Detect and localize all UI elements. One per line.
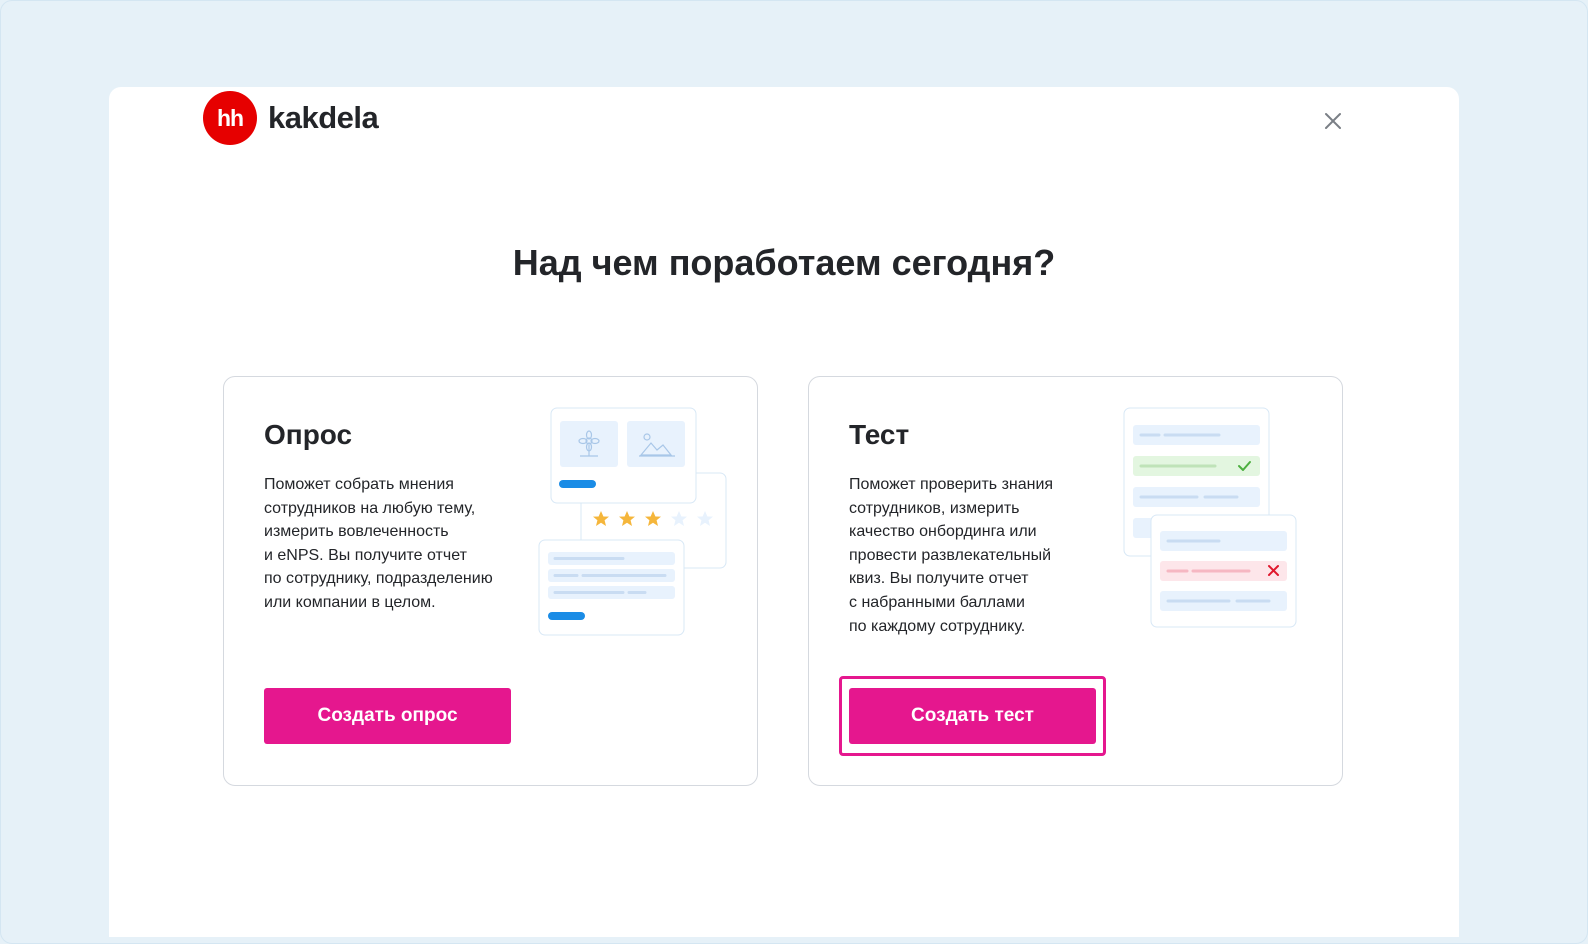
create-quiz-button[interactable]: Создать тест [849, 688, 1096, 744]
create-survey-button[interactable]: Создать опрос [264, 688, 511, 744]
survey-description: Поможет собрать мнения сотрудников на лю… [264, 476, 493, 611]
create-modal: hh kakdela Над чем поработаем сегодня? О… [109, 87, 1459, 937]
quiz-description: Поможет проверить знания сотрудников, из… [849, 476, 1054, 635]
quiz-title: Тест [849, 419, 910, 450]
logo: hh kakdela [203, 91, 379, 145]
survey-illustration [538, 407, 727, 636]
close-button[interactable] [1321, 109, 1345, 133]
quiz-illustration [1123, 407, 1297, 628]
survey-card: Опрос Поможет собрать мнения сотрудников… [223, 376, 758, 786]
logo-text: kakdela [268, 100, 379, 135]
modal-heading: Над чем поработаем сегодня? [512, 242, 1056, 283]
logo-badge: hh [203, 91, 257, 145]
survey-title: Опрос [264, 419, 353, 450]
close-icon [1325, 113, 1341, 129]
quiz-card: Тест Поможет проверить знания сотруднико… [808, 376, 1343, 786]
